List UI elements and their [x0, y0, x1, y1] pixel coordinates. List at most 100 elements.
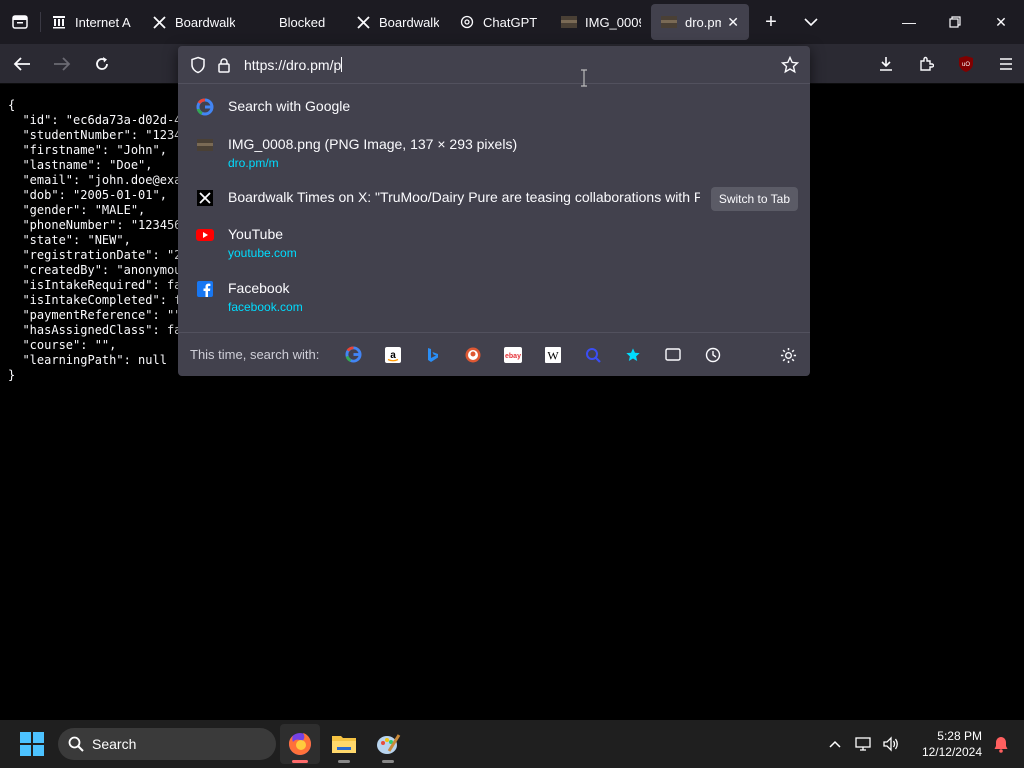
json-line: "hasAssignedClass": fa	[8, 323, 182, 337]
minimize-button[interactable]: —	[886, 0, 932, 44]
taskbar-paint[interactable]	[368, 724, 408, 764]
archive-icon	[51, 14, 67, 30]
tab-boardwalk-1[interactable]: Boardwalk	[141, 4, 245, 40]
network-button[interactable]	[850, 731, 876, 757]
json-line: "gender": "MALE",	[8, 203, 146, 217]
tabs-icon[interactable]	[653, 340, 693, 370]
google-engine-icon[interactable]	[333, 340, 373, 370]
taskbar-firefox[interactable]	[280, 724, 320, 764]
tab-img-0009[interactable]: IMG_0009.	[551, 4, 651, 40]
restore-icon	[949, 16, 961, 28]
bookmarks-star-icon[interactable]	[613, 340, 653, 370]
json-line: "studentNumber": "1234	[8, 128, 182, 142]
json-line: "lastname": "Doe",	[8, 158, 153, 172]
chevron-up-icon	[829, 740, 841, 748]
notifications-button[interactable]	[988, 731, 1014, 757]
urlbar[interactable]: https://dro.pm/p	[178, 46, 810, 84]
x-logo-icon	[196, 189, 214, 207]
result-img-0008[interactable]: IMG_0008.png (PNG Image, 137 × 293 pixel…	[178, 136, 810, 170]
result-search-google[interactable]: Search with Google	[178, 98, 810, 116]
plus-icon: +	[765, 10, 777, 33]
tab-dro-pm[interactable]: dro.pm/ ✕	[651, 4, 749, 40]
google-icon	[196, 98, 214, 116]
tab-chatgpt[interactable]: ChatGPT	[449, 4, 551, 40]
close-icon: ✕	[995, 13, 1007, 30]
json-line: "id": "ec6da73a-d02d-4	[8, 113, 182, 127]
amazon-engine-icon[interactable]: a	[373, 340, 413, 370]
running-indicator	[382, 760, 394, 763]
taskbar: Search 5:28 PM 12/12/2024	[0, 720, 1024, 768]
app-menu-button[interactable]	[988, 48, 1024, 80]
result-title: Facebook	[228, 280, 290, 296]
forward-button[interactable]	[44, 48, 80, 80]
url-text: https://dro.pm/p	[244, 56, 342, 73]
result-title: Search with Google	[228, 98, 351, 114]
forward-arrow-icon	[54, 56, 71, 71]
tab-title: dro.pm/	[685, 14, 722, 30]
clock-date: 12/12/2024	[921, 745, 982, 759]
svg-text:ebay: ebay	[505, 353, 521, 360]
json-line: "dob": "2005-01-01",	[8, 188, 167, 202]
reload-button[interactable]	[84, 48, 120, 80]
json-line: }	[8, 368, 16, 382]
result-title: YouTube	[228, 226, 284, 242]
tracking-protection-shield-icon[interactable]	[188, 55, 208, 75]
json-line: "learningPath": null	[8, 353, 167, 367]
url-input[interactable]: https://dro.pm/p	[244, 56, 780, 73]
downloads-button[interactable]	[868, 48, 904, 80]
result-youtube[interactable]: YouTube youtube.com	[178, 226, 810, 260]
x-logo-icon	[151, 14, 167, 30]
tab-internet-archive[interactable]: Internet Ar	[41, 4, 141, 40]
paint-palette-icon	[377, 734, 401, 754]
firefox-view-button[interactable]	[0, 0, 40, 44]
text-caret	[341, 56, 343, 72]
download-icon	[880, 56, 892, 71]
taskbar-search-label: Search	[92, 736, 137, 752]
history-clock-icon[interactable]	[693, 340, 733, 370]
back-button[interactable]	[4, 48, 40, 80]
tab-strip: Internet Ar Boardwalk Blocked Boardwalk …	[0, 0, 1024, 44]
tab-title: ChatGPT	[483, 14, 538, 30]
reload-icon	[96, 56, 108, 70]
urlbar-dropdown: https://dro.pm/p Search with Google IMG_…	[178, 46, 810, 376]
new-tab-button[interactable]: +	[749, 0, 793, 44]
close-tab-icon[interactable]: ✕	[727, 14, 739, 31]
wikipedia-engine-icon[interactable]: W	[533, 340, 573, 370]
extensions-button[interactable]	[908, 48, 944, 80]
taskbar-file-explorer[interactable]	[324, 724, 364, 764]
tab-blocked[interactable]: Blocked	[245, 4, 345, 40]
restore-button[interactable]	[932, 0, 978, 44]
x-logo-icon	[355, 14, 371, 30]
taskbar-search[interactable]: Search	[58, 728, 276, 760]
image-icon	[661, 14, 677, 30]
ebay-engine-icon[interactable]: ebay	[493, 340, 533, 370]
json-line: "registrationDate": "2	[8, 248, 182, 262]
bookmark-star-icon[interactable]	[780, 55, 800, 75]
image-icon	[561, 14, 577, 30]
switch-to-tab-button[interactable]: Switch to Tab	[710, 187, 798, 211]
chatgpt-icon	[459, 14, 475, 30]
json-line: "firstname": "John",	[8, 143, 167, 157]
close-window-button[interactable]: ✕	[978, 0, 1024, 44]
result-facebook[interactable]: Facebook facebook.com	[178, 280, 810, 314]
volume-button[interactable]	[878, 731, 904, 757]
gear-icon	[780, 347, 796, 363]
tab-boardwalk-2[interactable]: Boardwalk	[345, 4, 449, 40]
lock-icon[interactable]	[214, 55, 234, 75]
search-settings-button[interactable]	[774, 341, 802, 369]
network-icon	[855, 737, 871, 751]
result-boardwalk-tweet[interactable]: Boardwalk Times on X: "TruMoo/Dairy Pure…	[178, 187, 810, 211]
list-all-tabs-button[interactable]	[793, 0, 829, 44]
back-arrow-icon	[13, 56, 30, 71]
search-engine-q-icon[interactable]	[573, 340, 613, 370]
show-hidden-icons-button[interactable]	[822, 731, 848, 757]
start-button[interactable]	[12, 724, 52, 764]
clock[interactable]: 5:28 PM 12/12/2024	[922, 728, 982, 760]
bing-engine-icon[interactable]	[413, 340, 453, 370]
svg-text:uO: uO	[962, 62, 970, 68]
facebook-icon	[196, 280, 214, 298]
ublock-origin-button[interactable]: uO	[948, 48, 984, 80]
duckduckgo-engine-icon[interactable]	[453, 340, 493, 370]
json-line: "isIntakeRequired": fa	[8, 278, 182, 292]
result-title: IMG_0008.png (PNG Image, 137 × 293 pixel…	[228, 136, 518, 152]
